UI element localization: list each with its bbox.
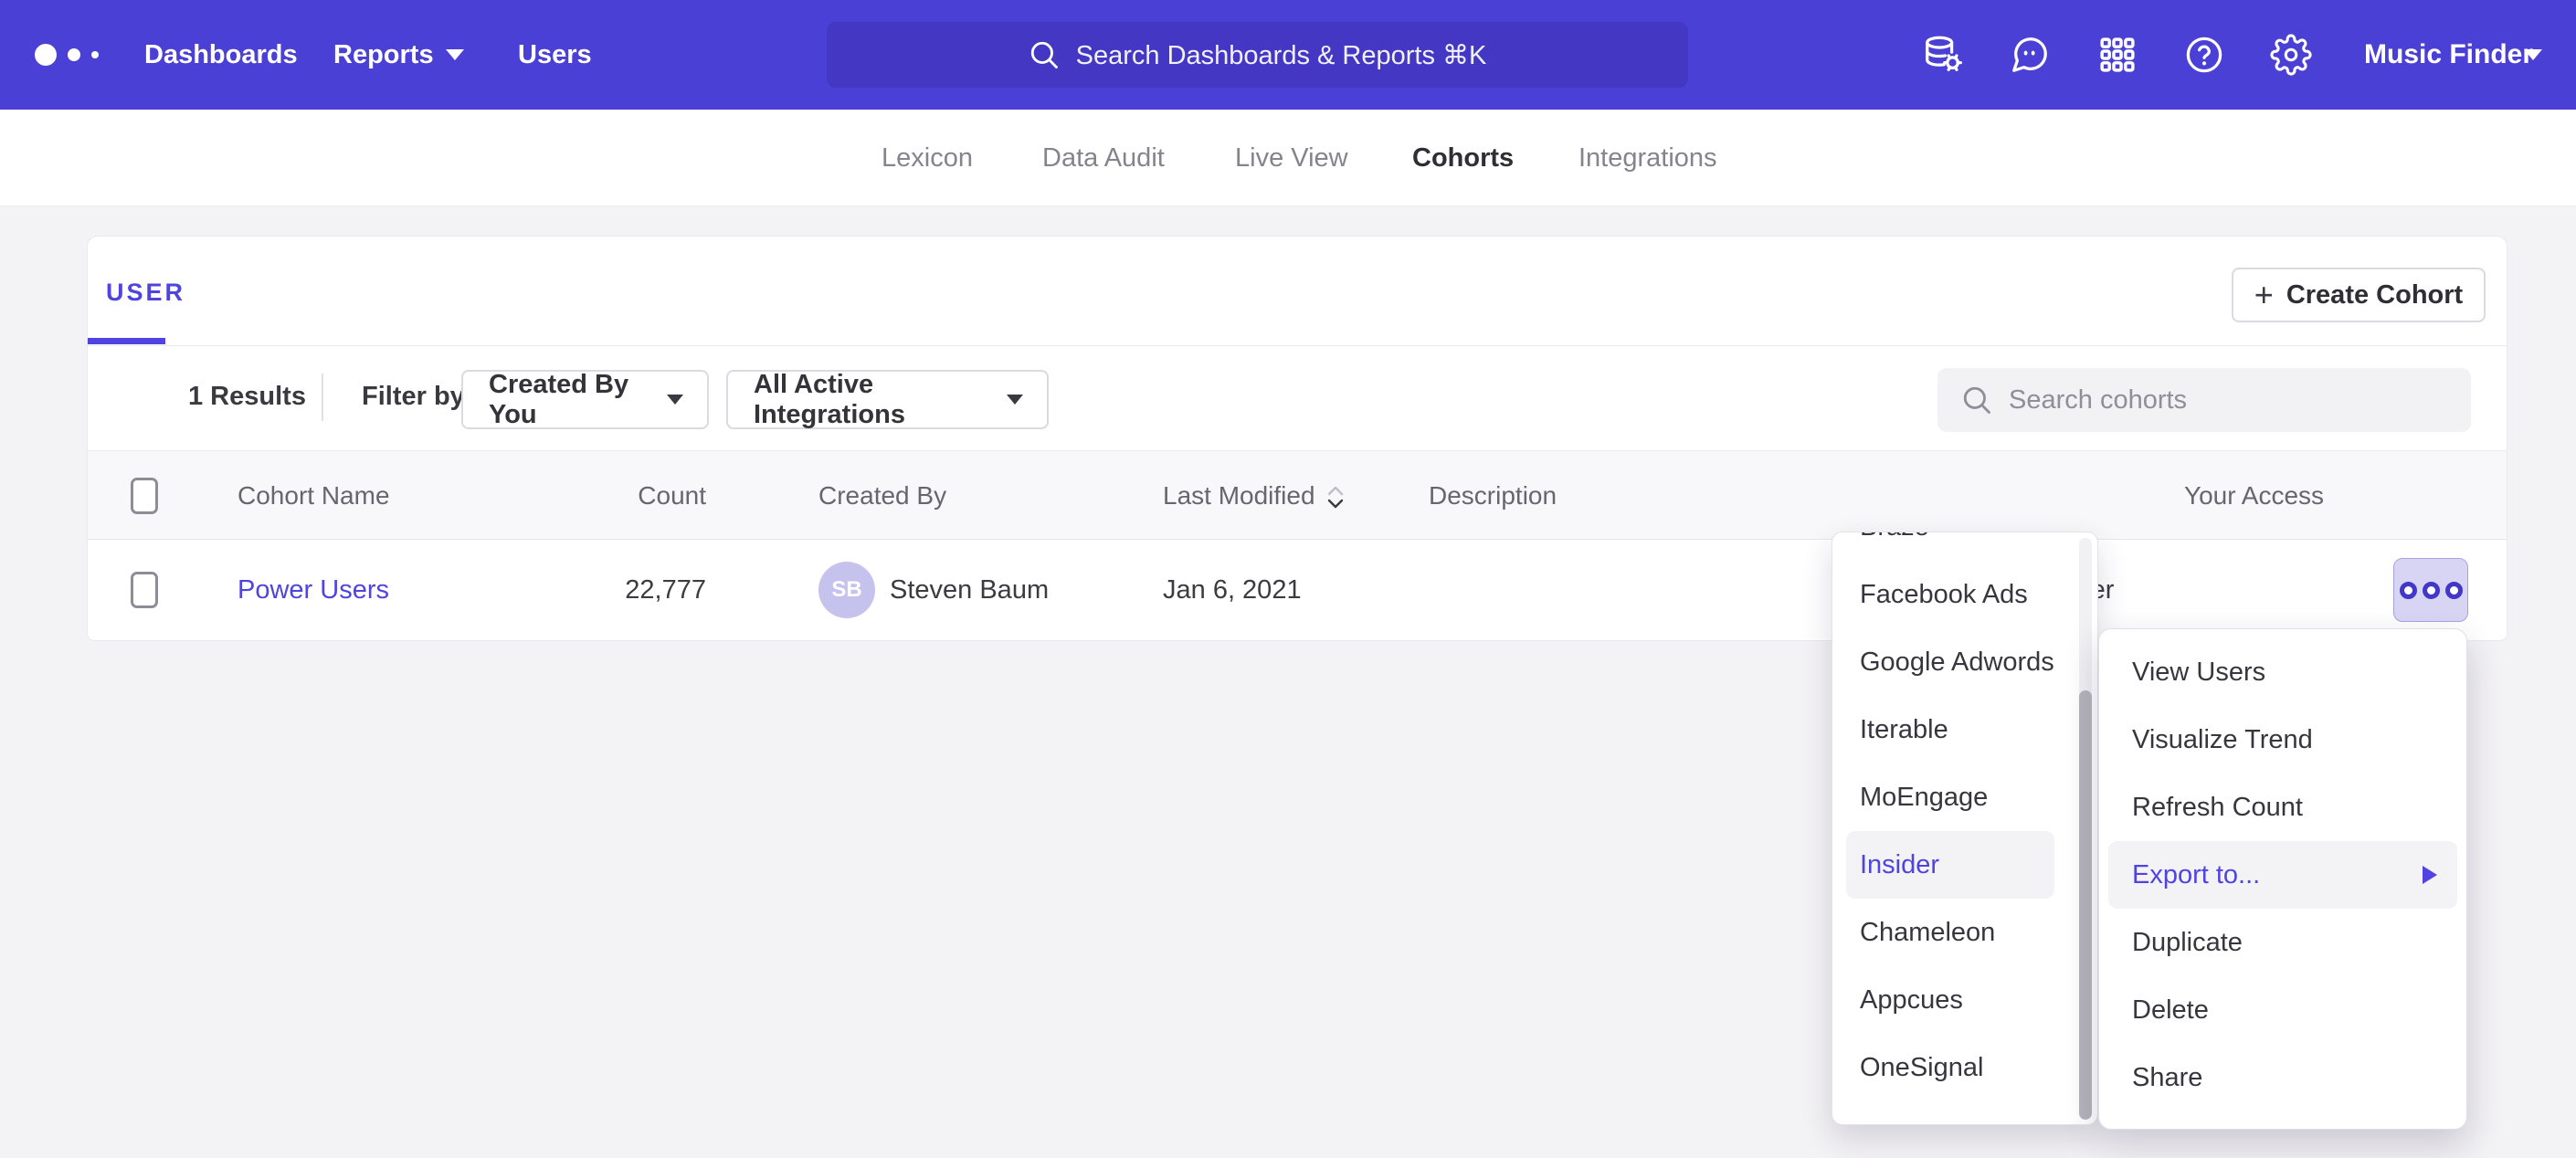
chevron-down-icon (667, 395, 683, 405)
col-header-last-modified[interactable]: Last Modified (1163, 451, 1345, 541)
col-header-cohort-name[interactable]: Cohort Name (238, 451, 390, 541)
nav-users[interactable]: Users (518, 0, 592, 110)
created-by-name: Steven Baum (890, 540, 1049, 641)
create-cohort-button[interactable]: + Create Cohort (2232, 268, 2486, 322)
chevron-down-icon (2524, 49, 2542, 60)
created-by-filter-value: Created By You (489, 370, 649, 430)
export-targets-submenu: Braze Facebook Ads Google Adwords Iterab… (1832, 532, 2098, 1125)
global-search-placeholder: Search Dashboards & Reports ⌘K (1076, 39, 1487, 71)
row-checkbox[interactable] (131, 572, 158, 608)
menu-item-onesignal[interactable]: OneSignal (1832, 1034, 2097, 1101)
divider (322, 374, 323, 421)
data-management-icon[interactable] (1922, 34, 1964, 76)
section-tab-bar: Lexicon Data Audit Live View Cohorts Int… (0, 110, 2576, 206)
menu-item-appcues[interactable]: Appcues (1832, 966, 2097, 1034)
search-icon (1029, 39, 1060, 70)
integrations-filter-value: All Active Integrations (754, 370, 988, 430)
export-to-label: Export to... (2132, 860, 2260, 890)
menu-item-braze[interactable]: Braze (1832, 532, 2097, 561)
menu-item-view-users[interactable]: View Users (2099, 638, 2466, 706)
tab-user-cohorts[interactable]: USER (106, 269, 185, 315)
divider (88, 345, 2507, 346)
project-switcher[interactable]: Music Finder (2364, 0, 2533, 110)
create-cohort-label: Create Cohort (2286, 280, 2463, 311)
menu-item-chameleon[interactable]: Chameleon (1832, 899, 2097, 966)
menu-item-moengage[interactable]: MoEngage (1832, 763, 2097, 831)
feedback-chat-icon[interactable] (2009, 34, 2051, 76)
top-navigation-bar: Dashboards Reports Users Search Dashboar… (0, 0, 2576, 110)
menu-item-refresh-count[interactable]: Refresh Count (2099, 774, 2466, 841)
avatar: SB (818, 562, 875, 618)
menu-item-insider[interactable]: Insider (1846, 831, 2054, 899)
scrollbar-thumb[interactable] (2079, 690, 2092, 1120)
global-search-input[interactable]: Search Dashboards & Reports ⌘K (827, 22, 1688, 88)
cohort-count: 22,777 (599, 540, 706, 641)
tab-lexicon[interactable]: Lexicon (882, 110, 973, 206)
menu-item-duplicate[interactable]: Duplicate (2099, 909, 2466, 976)
submenu-arrow-icon (2423, 866, 2437, 884)
chevron-down-icon (446, 49, 464, 60)
cohorts-panel: USER + Create Cohort 1 Results Filter by… (87, 236, 2507, 641)
integrations-filter-dropdown[interactable]: All Active Integrations (726, 370, 1049, 429)
plus-icon: + (2254, 279, 2274, 311)
chevron-down-icon (1007, 395, 1023, 405)
menu-item-share[interactable]: Share (2099, 1044, 2466, 1111)
user-tab-underline (88, 338, 165, 344)
last-modified-date: Jan 6, 2021 (1163, 540, 1302, 641)
filter-by-label: Filter by (362, 364, 465, 428)
select-all-checkbox[interactable] (131, 478, 158, 514)
created-by-filter-dropdown[interactable]: Created By You (461, 370, 709, 429)
menu-item-visualize-trend[interactable]: Visualize Trend (2099, 706, 2466, 774)
menu-item-export-to[interactable]: Export to... (2108, 841, 2457, 909)
sort-icon[interactable] (1326, 486, 1345, 509)
menu-item-google-adwords[interactable]: Google Adwords (1832, 628, 2097, 696)
tab-integrations[interactable]: Integrations (1578, 110, 1717, 206)
last-modified-label: Last Modified (1163, 481, 1315, 510)
row-actions-menu: View Users Visualize Trend Refresh Count… (2098, 628, 2467, 1130)
menu-item-delete[interactable]: Delete (2099, 976, 2466, 1044)
results-count: 1 Results (188, 364, 306, 428)
menu-item-facebook-ads[interactable]: Facebook Ads (1832, 561, 2097, 628)
dot-icon (2400, 582, 2417, 599)
col-header-description[interactable]: Description (1429, 451, 1557, 541)
col-header-your-access[interactable]: Your Access (2184, 451, 2324, 541)
menu-item-iterable[interactable]: Iterable (1832, 696, 2097, 763)
col-header-count[interactable]: Count (599, 451, 706, 541)
search-icon (1961, 384, 1992, 416)
nav-dashboards[interactable]: Dashboards (144, 0, 298, 110)
tab-live-view[interactable]: Live View (1235, 110, 1348, 206)
cohort-search-box (1937, 368, 2471, 432)
apps-grid-icon[interactable] (2096, 34, 2138, 76)
cohort-search-input[interactable] (2009, 385, 2429, 416)
nav-reports[interactable]: Reports (333, 0, 434, 110)
table-row: Power Users 22,777 SB Steven Baum Jan 6,… (88, 540, 2507, 641)
cohort-name-link[interactable]: Power Users (238, 540, 389, 641)
dot-icon (2445, 582, 2463, 599)
table-header-row: Cohort Name Count Created By Last Modifi… (88, 450, 2507, 540)
row-actions-button[interactable] (2393, 558, 2468, 622)
col-header-created-by[interactable]: Created By (818, 451, 946, 541)
help-icon[interactable] (2183, 34, 2225, 76)
tab-cohorts[interactable]: Cohorts (1412, 110, 1514, 206)
dot-icon (2423, 582, 2440, 599)
tab-data-audit[interactable]: Data Audit (1042, 110, 1165, 206)
settings-gear-icon[interactable] (2270, 34, 2312, 76)
